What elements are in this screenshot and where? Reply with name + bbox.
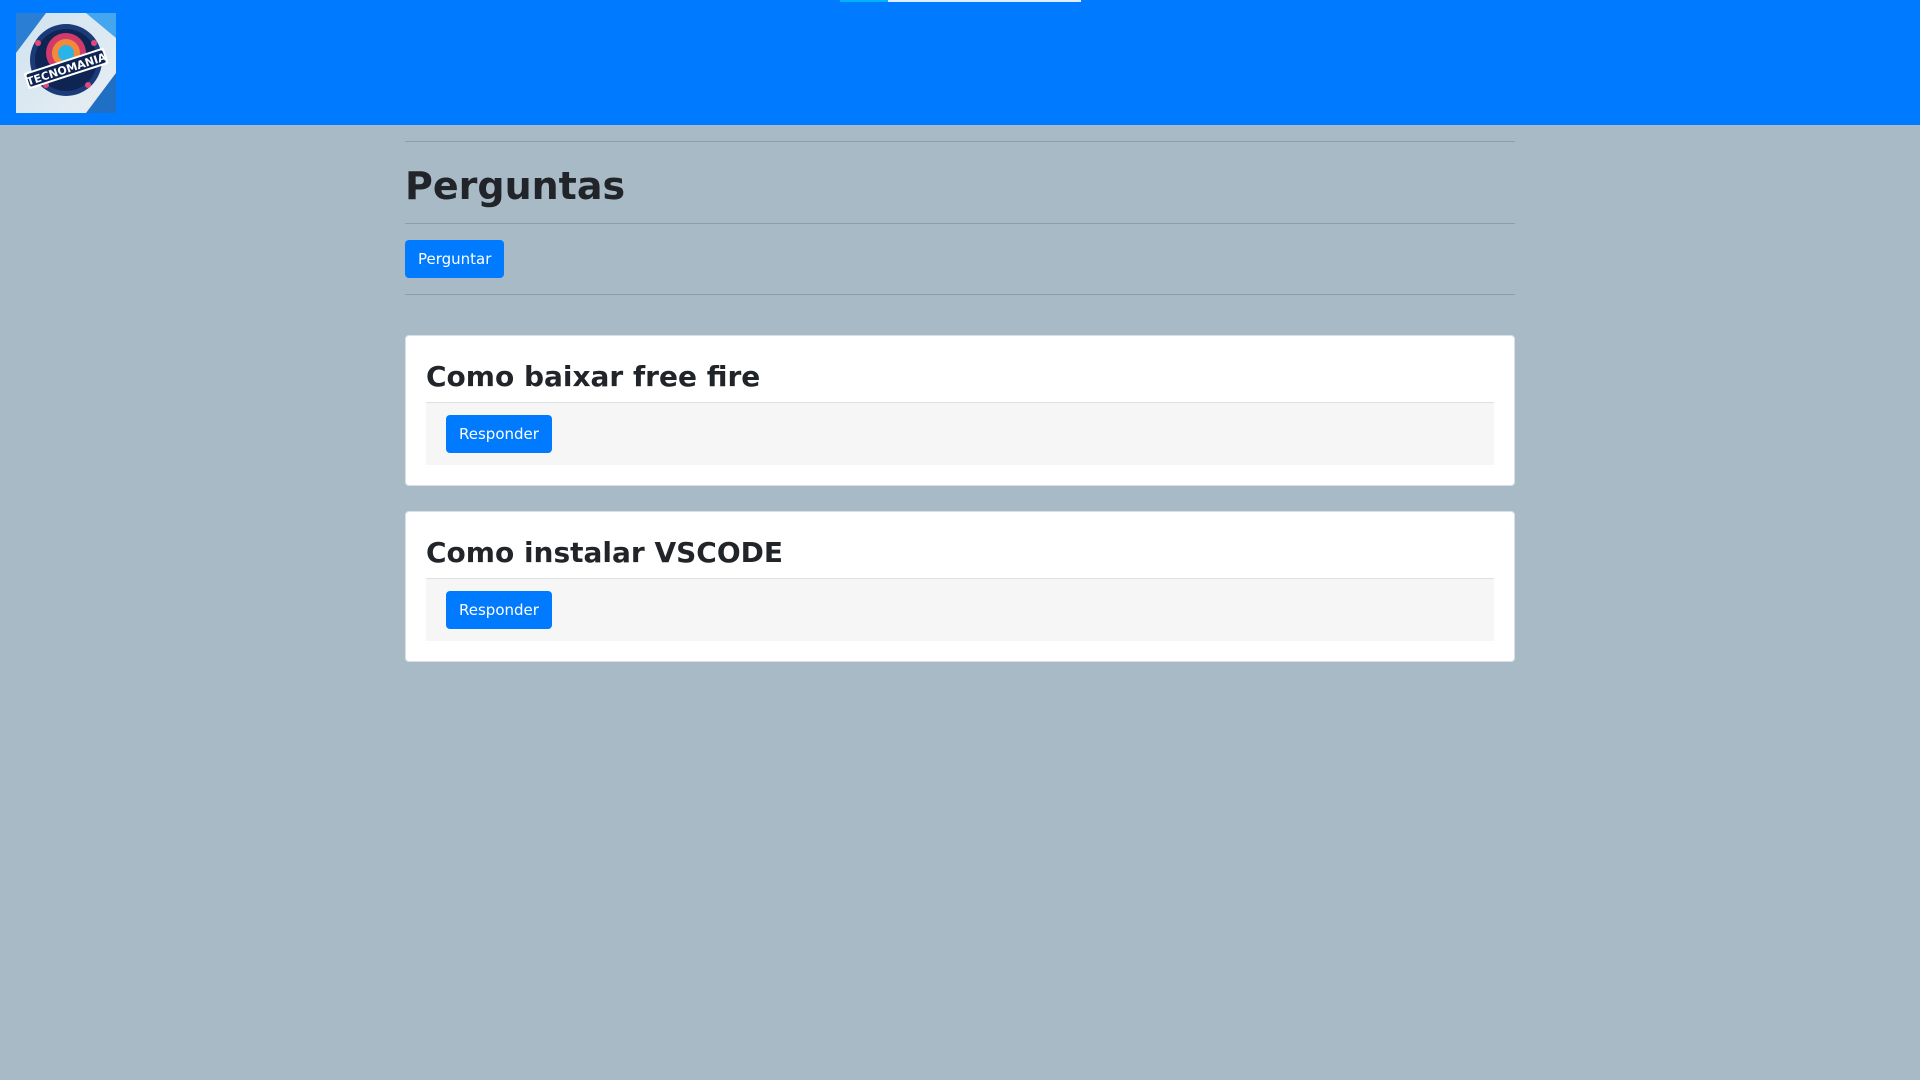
divider xyxy=(405,294,1515,295)
ask-question-button[interactable]: Perguntar xyxy=(405,240,505,278)
question-list: Como baixar free fire Responder Como ins… xyxy=(405,335,1515,662)
question-title: Como instalar VSCODE xyxy=(426,532,1494,579)
question-card-footer: Responder xyxy=(426,579,1494,641)
nav-accent-line xyxy=(840,0,1081,2)
tecnomania-logo-icon[interactable]: TECNOMANIA xyxy=(16,13,116,113)
answer-button[interactable]: Responder xyxy=(446,415,552,453)
question-card-footer: Responder xyxy=(426,403,1494,465)
question-card: Como baixar free fire Responder xyxy=(405,335,1515,486)
answer-button[interactable]: Responder xyxy=(446,591,552,629)
ask-row: Perguntar xyxy=(405,224,1515,294)
page-title: Perguntas xyxy=(405,164,626,208)
main-container: Perguntas Perguntar Como baixar free fir… xyxy=(405,141,1515,687)
top-navbar: TECNOMANIA xyxy=(0,0,1920,125)
question-title: Como baixar free fire xyxy=(426,356,1494,403)
question-card: Como instalar VSCODE Responder xyxy=(405,511,1515,662)
